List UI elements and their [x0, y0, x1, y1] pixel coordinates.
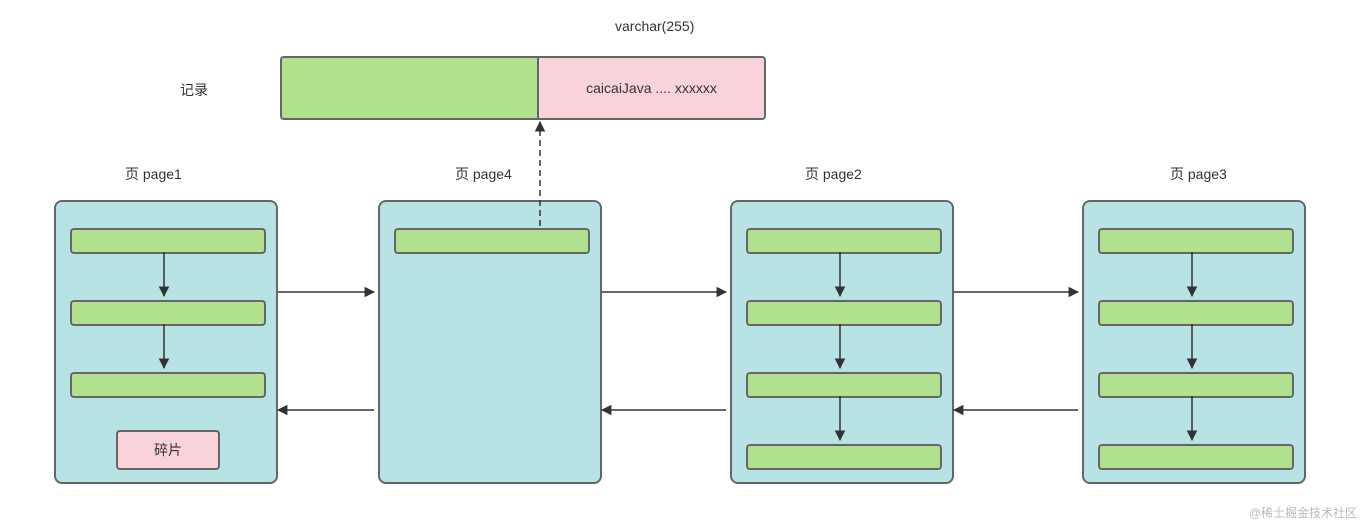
page3-row [1098, 228, 1294, 254]
page3-row [1098, 444, 1294, 470]
page3-row [1098, 372, 1294, 398]
page1-title: 页 page1 [125, 164, 182, 184]
page3-row [1098, 300, 1294, 326]
watermark-text: @稀土掘金技术社区 [1249, 504, 1357, 521]
page1-row [70, 228, 266, 254]
page1-box: 碎片 [54, 200, 278, 484]
page2-row [746, 300, 942, 326]
page4-title: 页 page4 [455, 164, 512, 184]
page4-row [394, 228, 590, 254]
page1-row [70, 300, 266, 326]
page2-row [746, 444, 942, 470]
page1-row [70, 372, 266, 398]
page2-box [730, 200, 954, 484]
record-header-box [280, 56, 537, 120]
page3-box [1082, 200, 1306, 484]
diagram-canvas: varchar(255) 记录 caicaiJava .... xxxxxx 页… [0, 0, 1363, 525]
page4-box [378, 200, 602, 484]
page2-title: 页 page2 [805, 164, 862, 184]
record-value-text: caicaiJava .... xxxxxx [586, 80, 717, 96]
varchar-type-label: varchar(255) [615, 18, 694, 34]
page1-fragment-box: 碎片 [116, 430, 220, 470]
page2-row [746, 228, 942, 254]
record-label: 记录 [180, 80, 208, 100]
record-value-box: caicaiJava .... xxxxxx [537, 56, 766, 120]
page3-title: 页 page3 [1170, 164, 1227, 184]
page2-row [746, 372, 942, 398]
fragment-label: 碎片 [154, 442, 182, 458]
